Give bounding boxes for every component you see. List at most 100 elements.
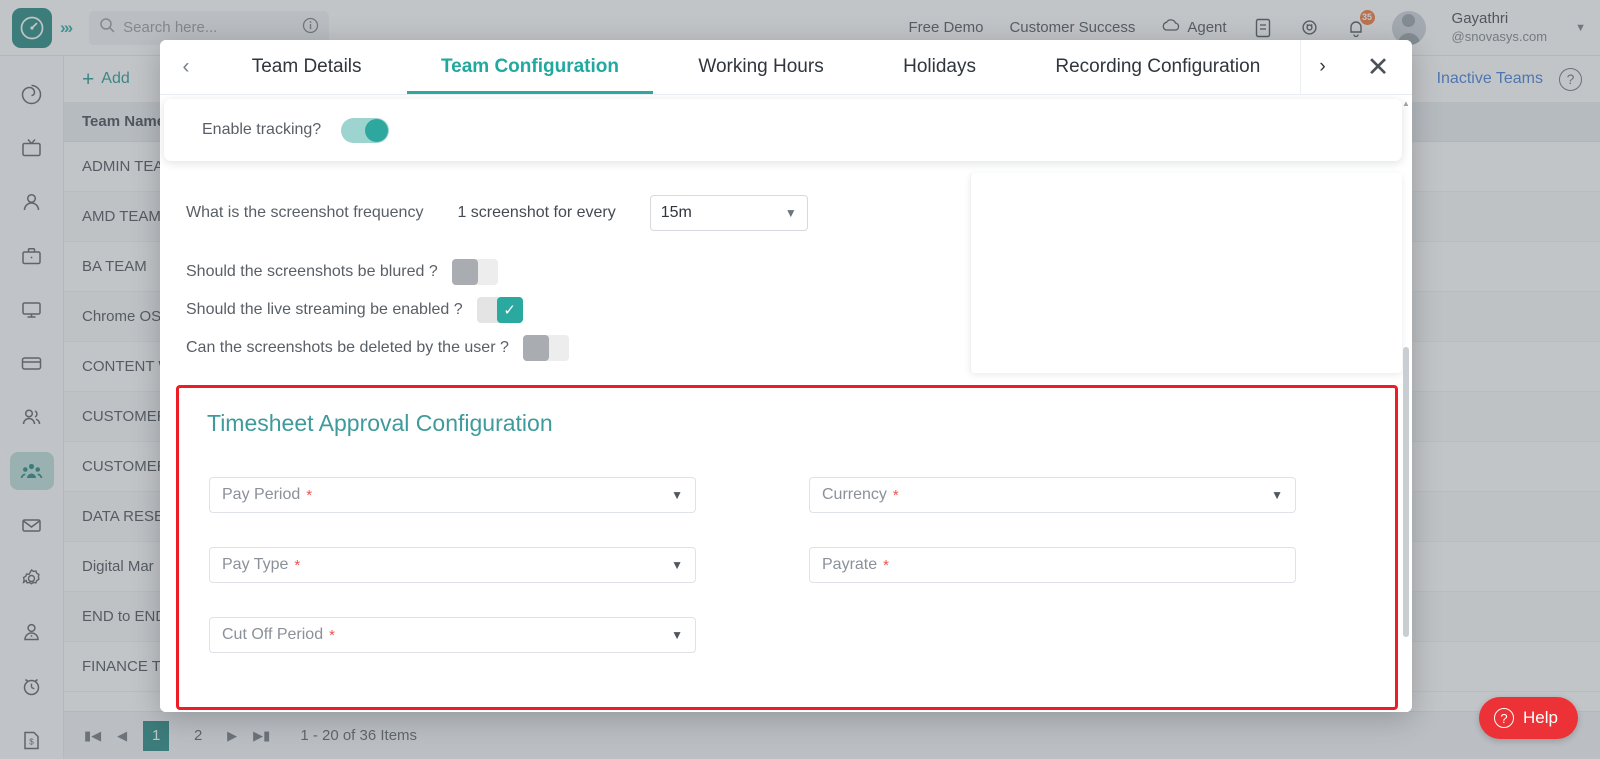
question-label-live-streaming: Should the live streaming be enabled ?: [186, 301, 463, 318]
chevrons-right-icon[interactable]: »›: [60, 18, 73, 38]
chevron-down-icon: ▼: [671, 488, 683, 502]
pay-type-label: Pay Type: [222, 556, 289, 573]
page-number-1[interactable]: 1: [143, 720, 170, 751]
modal-scrollbar[interactable]: ▲ ▼: [1402, 99, 1410, 712]
pagination: ▮◀ ◀ 1 2 ▶ ▶▮ 1 - 20 of 36 Items: [64, 711, 1600, 759]
chevron-down-icon: ▼: [671, 628, 683, 642]
required-asterisk: *: [892, 486, 899, 504]
notification-bell-icon[interactable]: 35: [1346, 9, 1375, 39]
sidebar-item-invoices[interactable]: $: [10, 721, 54, 759]
screenshot-frequency-row: What is the screenshot frequency 1 scree…: [164, 173, 959, 231]
required-asterisk: *: [294, 556, 301, 574]
page-number-2[interactable]: 2: [185, 721, 211, 751]
page-first-icon[interactable]: ▮◀: [84, 728, 101, 744]
add-team-button[interactable]: + Add: [82, 69, 130, 90]
scrollbar-thumb[interactable]: [1403, 347, 1409, 637]
page-prev-icon[interactable]: ◀: [117, 728, 127, 744]
team-name-cell: AMD TEAM: [82, 208, 161, 225]
currency-label: Currency: [822, 486, 887, 503]
cloud-icon: [1161, 18, 1181, 37]
sidebar-item-dashboard[interactable]: [10, 76, 54, 114]
enable-tracking-label: Enable tracking?: [202, 121, 322, 138]
question-circle-icon: ?: [1494, 708, 1515, 728]
team-name-cell: BA TEAM: [82, 258, 147, 275]
screenshot-frequency-label: What is the screenshot frequency: [186, 204, 424, 221]
sidebar-item-employees[interactable]: [10, 184, 54, 222]
clock-logo-icon[interactable]: [12, 7, 52, 48]
info-circle-icon[interactable]: [302, 17, 319, 39]
sidebar-item-teams[interactable]: [9, 452, 54, 491]
chevron-left-icon[interactable]: ‹: [160, 40, 212, 94]
cut-off-period-select[interactable]: Cut Off Period * ▼: [209, 617, 696, 653]
tab-team-configuration[interactable]: Team Configuration: [401, 40, 658, 94]
sidebar-item-profile[interactable]: [10, 614, 54, 652]
tab-recording-configuration[interactable]: Recording Configuration: [1016, 40, 1300, 94]
tab-holidays[interactable]: Holidays: [863, 40, 1015, 94]
blur-screenshots-toggle[interactable]: [451, 259, 498, 285]
user-email: @snovasys.com: [1451, 28, 1548, 44]
sidebar-item-mail[interactable]: [10, 506, 54, 544]
enable-tracking-toggle[interactable]: [341, 117, 390, 143]
timesheet-section-title: Timesheet Approval Configuration: [207, 410, 553, 436]
page-last-icon[interactable]: ▶▮: [253, 728, 270, 744]
pay-type-select[interactable]: Pay Type * ▼: [209, 547, 696, 583]
sidebar-item-monitoring[interactable]: [10, 291, 54, 329]
chevron-down-icon: ▼: [1271, 488, 1283, 502]
close-icon[interactable]: ✕: [1344, 40, 1412, 94]
app-root: »› Search here... Free Demo Customer Suc…: [0, 0, 1600, 759]
settings-gear-icon[interactable]: [1299, 17, 1320, 38]
sidebar-item-billing[interactable]: [10, 345, 54, 383]
page-next-icon[interactable]: ▶: [227, 728, 237, 744]
screenshot-frequency-select[interactable]: 15m ▼: [649, 195, 808, 231]
screenshot-frequency-sublabel: 1 screenshot for every: [457, 204, 616, 221]
nav-link-free-demo[interactable]: Free Demo: [908, 19, 983, 36]
plus-icon: +: [82, 67, 95, 91]
sidebar-item-timesheets[interactable]: [10, 667, 54, 705]
live-streaming-toggle[interactable]: ✓: [476, 297, 523, 323]
screenshot-settings-panel: What is the screenshot frequency 1 scree…: [164, 173, 959, 373]
sidebar-item-settings[interactable]: [10, 560, 54, 598]
help-button[interactable]: ? Help: [1479, 697, 1578, 739]
pay-period-label: Pay Period: [222, 486, 301, 503]
currency-select[interactable]: Currency * ▼: [809, 477, 1296, 513]
team-name-cell: CUSTOMER: [82, 408, 168, 425]
chevron-down-icon[interactable]: ▼: [1575, 22, 1586, 34]
enable-tracking-card: Enable tracking?: [164, 99, 1402, 161]
modal-body: Enable tracking? What is the screenshot …: [160, 95, 1412, 712]
screenshot-question-rows: Should the screenshots be blured ? Shoul…: [164, 231, 959, 361]
chevron-down-icon: ▼: [784, 206, 797, 220]
required-asterisk: *: [883, 556, 889, 574]
team-configuration-modal: ‹ Team Details Team Configuration Workin…: [160, 40, 1412, 712]
question-label-delete-screenshots: Can the screenshots be deleted by the us…: [186, 339, 509, 356]
sidebar-item-screens[interactable]: [10, 130, 54, 168]
sidebar-item-users[interactable]: [10, 399, 54, 437]
question-circle-icon[interactable]: ?: [1559, 67, 1582, 91]
add-button-label: Add: [101, 70, 130, 87]
notification-badge: 35: [1359, 9, 1375, 25]
chevron-right-icon[interactable]: ›: [1300, 40, 1344, 94]
user-name: Gayathri: [1451, 10, 1509, 27]
sidebar-item-projects[interactable]: [10, 237, 54, 275]
nav-link-customer-success[interactable]: Customer Success: [1009, 19, 1135, 36]
scroll-up-icon[interactable]: ▲: [1402, 99, 1410, 108]
question-row-blur: Should the screenshots be blured ?: [186, 259, 959, 285]
inactive-teams-link[interactable]: Inactive Teams: [1437, 70, 1543, 88]
team-name-cell: CUSTOMER: [82, 458, 168, 475]
delete-screenshots-toggle[interactable]: [522, 335, 569, 361]
timesheet-approval-configuration-section: Timesheet Approval Configuration Pay Per…: [176, 385, 1398, 710]
chevron-down-icon: ▼: [671, 558, 683, 572]
payrate-label: Payrate: [822, 556, 878, 573]
team-name-cell: END to END: [82, 608, 167, 625]
team-name-cell: CONTENT W: [82, 358, 173, 375]
required-asterisk: *: [306, 486, 313, 504]
user-info[interactable]: Gayathri @snovasys.com: [1452, 10, 1548, 45]
nav-link-agent[interactable]: Agent: [1161, 18, 1227, 37]
payrate-input[interactable]: Payrate *: [809, 547, 1296, 583]
document-icon[interactable]: [1253, 17, 1273, 39]
sidebar-rail: $: [0, 56, 64, 759]
team-name-cell: Digital Mar: [82, 558, 154, 575]
pay-period-select[interactable]: Pay Period * ▼: [209, 477, 696, 513]
tab-working-hours[interactable]: Working Hours: [659, 40, 864, 94]
tab-team-details[interactable]: Team Details: [212, 40, 401, 94]
nav-agent-label: Agent: [1187, 19, 1227, 36]
